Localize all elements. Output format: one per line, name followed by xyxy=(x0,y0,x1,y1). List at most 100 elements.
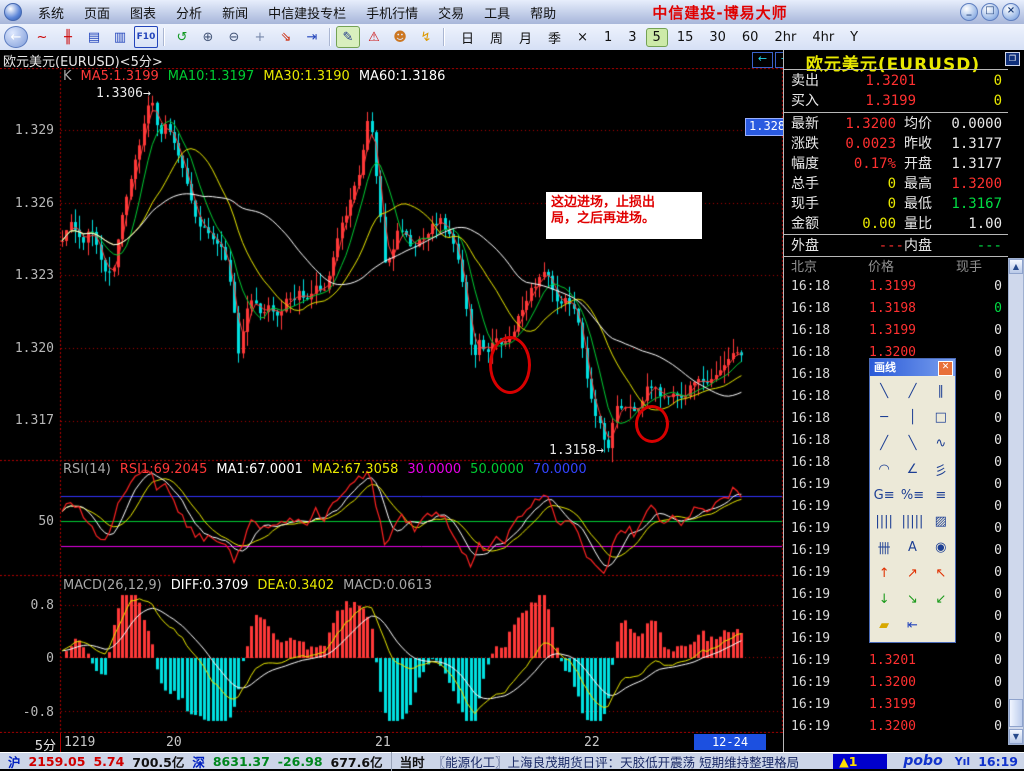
quote-value: 0.17% xyxy=(853,156,896,172)
menu-item-手机行情[interactable]: 手机行情 xyxy=(356,5,428,24)
news-page-icon[interactable]: ▥ xyxy=(108,26,132,48)
percent-lines-tool[interactable]: %≡ xyxy=(898,482,926,508)
rectangle-tool[interactable]: □ xyxy=(927,404,955,430)
trade-note-annotation[interactable]: 这边进场，止损出 局，之后再进场。 xyxy=(546,192,702,239)
parallel-lines-tool[interactable]: ∥ xyxy=(927,378,955,404)
period-5[interactable]: 5 xyxy=(645,27,668,47)
channel-tool[interactable]: ▨ xyxy=(927,508,955,534)
scrollbar[interactable]: ▲ ▼ xyxy=(1008,258,1024,745)
period-30[interactable]: 30 xyxy=(702,28,733,47)
users-icon[interactable]: ☻ xyxy=(388,26,412,48)
alarm-icon[interactable]: ⚠ xyxy=(362,26,386,48)
menu-item-页面[interactable]: 页面 xyxy=(74,5,120,24)
refresh-icon[interactable]: ↺ xyxy=(170,26,194,48)
period-1[interactable]: 1 xyxy=(597,28,619,47)
panel-restore-icon[interactable]: ❐ xyxy=(1005,52,1020,66)
palette-titlebar[interactable]: 画线 ✕ xyxy=(870,359,955,376)
minimize-button[interactable]: _ xyxy=(960,3,978,21)
alert-badge[interactable]: ▲1 xyxy=(833,753,888,769)
vertical-line-tool[interactable]: │ xyxy=(898,404,926,430)
toolbar-icons: ← ~ ╫ ▤ ▥ F10 ↺ ⊕ ⊖ + ⇘ ⇥ ✎ ⚠ ☻ ↯ xyxy=(3,26,449,48)
text-tool[interactable]: A xyxy=(898,534,926,560)
close-icon[interactable]: ✕ xyxy=(938,361,953,376)
quote-label: 总手 xyxy=(791,176,819,192)
ray-tool[interactable]: ╲ xyxy=(898,430,926,456)
tick-volume: 0 xyxy=(994,675,1002,690)
draw-line-icon[interactable]: ✎ xyxy=(336,26,360,48)
menu-item-图表[interactable]: 图表 xyxy=(120,5,166,24)
gann-grid-tool[interactable]: 卌 xyxy=(870,534,898,560)
arrow-se-tool[interactable]: ↘ xyxy=(898,586,926,612)
curve-tool[interactable]: ∿ xyxy=(927,430,955,456)
menu-bar: 系统 页面 图表 分析 新闻 中信建投专栏 手机行情 交易 工具 帮助 xyxy=(28,3,566,22)
menu-item-中信建投专栏[interactable]: 中信建投专栏 xyxy=(258,5,356,24)
arrow-down-tool[interactable]: ↓ xyxy=(870,586,898,612)
cycle-lines-tool[interactable]: ||||| xyxy=(898,508,926,534)
restore-button[interactable]: □ xyxy=(981,3,999,21)
page-jump-icon[interactable]: ⇥ xyxy=(300,26,324,48)
page-forward-icon[interactable]: ⇘ xyxy=(274,26,298,48)
tick-time: 16:19 xyxy=(791,565,831,580)
period-2hr[interactable]: 2hr xyxy=(767,28,803,47)
drag-hand-icon[interactable]: + xyxy=(248,26,272,48)
trend-line-tool[interactable]: ╲ xyxy=(870,378,898,404)
y-axis-label: 1.323 xyxy=(14,268,54,283)
gann-wheel-tool[interactable]: ◉ xyxy=(927,534,955,560)
period-15[interactable]: 15 xyxy=(670,28,701,47)
arc-tool[interactable]: ◠ xyxy=(870,456,898,482)
macd-legend: MACD(26,12,9) DIFF:0.3709 DEA:0.3402 MACD:0… xyxy=(63,578,441,593)
drawn-circle-annotation[interactable] xyxy=(635,405,669,443)
trend-segment-tool[interactable]: ╱ xyxy=(898,378,926,404)
fibonacci-lines-tool[interactable]: ≡ xyxy=(927,482,955,508)
eraser-tool[interactable]: ▰ xyxy=(870,612,898,638)
scrollbar-thumb[interactable] xyxy=(1009,699,1023,727)
candlestick-chart-icon[interactable]: ╫ xyxy=(56,26,80,48)
menu-item-工具[interactable]: 工具 xyxy=(474,5,520,24)
menu-item-新闻[interactable]: 新闻 xyxy=(212,5,258,24)
period-季[interactable]: 季 xyxy=(541,26,568,49)
zoom-out-icon[interactable]: ⊖ xyxy=(222,26,246,48)
menu-item-系统[interactable]: 系统 xyxy=(28,5,74,24)
delete-all-tool[interactable]: ⇤ xyxy=(898,612,926,638)
golden-section-tool[interactable]: G≡ xyxy=(870,482,898,508)
arrow-ne-tool[interactable]: ↗ xyxy=(898,560,926,586)
lightning-icon[interactable]: ↯ xyxy=(414,26,438,48)
scroll-up-icon[interactable]: ▲ xyxy=(1009,259,1023,274)
menu-item-分析[interactable]: 分析 xyxy=(166,5,212,24)
period-60[interactable]: 60 xyxy=(735,28,766,47)
line-chart-icon[interactable]: ~ xyxy=(30,26,54,48)
scroll-down-icon[interactable]: ▼ xyxy=(1009,729,1023,744)
drawn-circle-annotation[interactable] xyxy=(489,336,531,394)
note-line: 局，之后再进场。 xyxy=(551,211,656,226)
arrow-sw-tool[interactable]: ↙ xyxy=(927,586,955,612)
arrow-up-tool[interactable]: ↑ xyxy=(870,560,898,586)
rsi-30: 30.0000 xyxy=(407,462,462,477)
zoom-in-icon[interactable]: ⊕ xyxy=(196,26,220,48)
scroll-left-icon[interactable]: ← xyxy=(752,52,773,68)
period-4hr[interactable]: 4hr xyxy=(805,28,841,47)
time-rulers-tool[interactable]: |||| xyxy=(870,508,898,534)
menu-item-交易[interactable]: 交易 xyxy=(428,5,474,24)
period-月[interactable]: 月 xyxy=(512,26,539,49)
period-周[interactable]: 周 xyxy=(483,26,510,49)
quote-value: 0.0000 xyxy=(951,116,1002,132)
period-3[interactable]: 3 xyxy=(621,28,643,47)
period-Y[interactable]: Y xyxy=(843,28,865,47)
fan-lines-tool[interactable]: 彡 xyxy=(927,456,955,482)
horizontal-line-tool[interactable]: ─ xyxy=(870,404,898,430)
buy-label: 买入 xyxy=(791,93,819,109)
period-×[interactable]: × xyxy=(570,28,595,47)
segment-tool[interactable]: ╱ xyxy=(870,430,898,456)
period-日[interactable]: 日 xyxy=(454,26,481,49)
back-icon[interactable]: ← xyxy=(4,26,28,48)
palette-title-text: 画线 xyxy=(874,361,896,374)
ticks-header-2: 现手 xyxy=(955,260,982,275)
f10-icon[interactable]: F10 xyxy=(134,26,158,48)
candlestick-chart-canvas[interactable] xyxy=(0,68,783,733)
close-button[interactable]: × xyxy=(1002,3,1020,21)
quote-list-icon[interactable]: ▤ xyxy=(82,26,106,48)
tick-volume: 0 xyxy=(994,697,1002,712)
angle-tool[interactable]: ∠ xyxy=(898,456,926,482)
app-icon[interactable] xyxy=(4,3,22,21)
arrow-nw-tool[interactable]: ↖ xyxy=(927,560,955,586)
